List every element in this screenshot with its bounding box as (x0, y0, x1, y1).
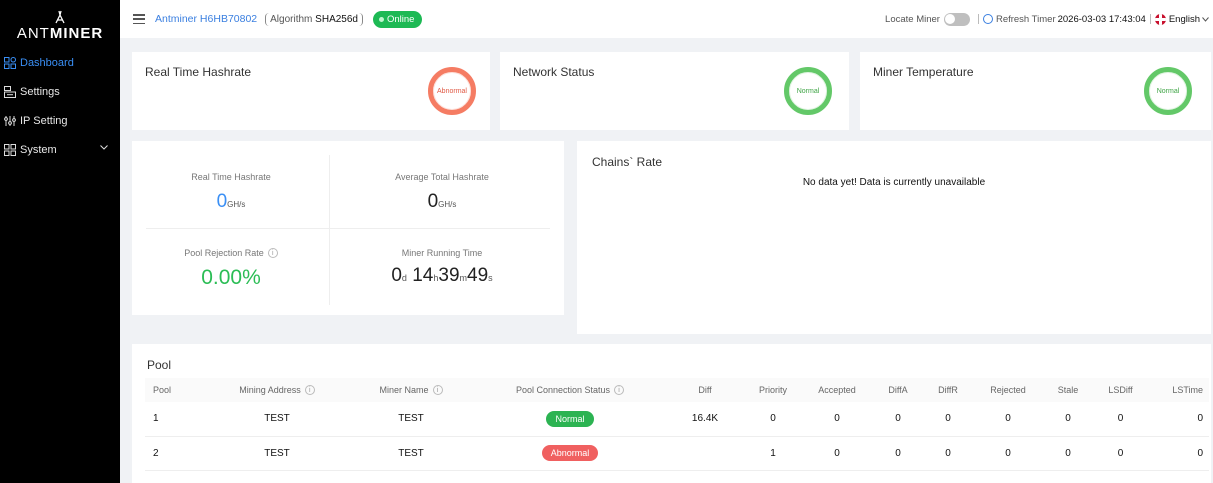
pool-card: Pool Pool Mining Address i Miner Name i Po… (132, 344, 1211, 483)
pool-title: Pool (147, 358, 172, 372)
table-row: 2 TEST TEST Abnormal 1 0 0 0 0 0 0 0 (145, 436, 1209, 471)
locate-miner-label: Locate Miner (885, 13, 940, 25)
sidebar-item-label: Settings (20, 85, 60, 98)
status-badge: Abnormal (541, 445, 599, 461)
sidebar-item-label: IP Setting (20, 114, 68, 127)
table-header-row: Pool Mining Address i Miner Name i Pool Co… (145, 378, 1209, 402)
chevron-down-icon (100, 145, 108, 150)
settings-icon (4, 85, 16, 98)
info-icon[interactable]: i (267, 248, 278, 258)
sidebar-item-settings[interactable]: Settings (0, 77, 120, 106)
chains-rate-card: Chains` Rate No data yet! Data is curren… (577, 141, 1211, 334)
card-title: Miner Temperature (873, 65, 974, 79)
average-hashrate-metric: Average Total Hashrate 0GH/s (395, 172, 489, 212)
no-data-message: No data yet! Data is currently unavailab… (802, 177, 986, 188)
antminer-logo: ANTMINER (0, 0, 120, 48)
card-title: Chains` Rate (592, 155, 663, 169)
sidebar-item-ip-setting[interactable]: IP Setting (0, 106, 120, 135)
card-title: Network Status (513, 65, 595, 79)
status-badge: Normal (546, 410, 594, 427)
sidebar-item-label: Dashboard (20, 56, 74, 69)
locate-miner-toggle[interactable] (943, 12, 970, 26)
running-time-metric: Miner Running Time 0d 14h39m49s (391, 248, 493, 286)
top-header: Antminer H6HB70802 Algorithm SHA256d Onl… (120, 0, 1213, 38)
sidebar-item-system[interactable]: System (0, 135, 120, 164)
miner-temperature-card: Miner Temperature Normal (860, 52, 1211, 130)
status-ring-abnormal: Abnormal (428, 67, 476, 115)
metrics-card: Real Time Hashrate 0GH/s Average Total H… (132, 141, 564, 315)
table-row: 1 TEST TEST Normal 16.4K 0 0 0 0 0 0 0 0 (145, 402, 1209, 437)
pool-table: Pool Mining Address i Miner Name i Pool Co… (145, 378, 1209, 471)
chevron-down-icon[interactable] (1202, 16, 1209, 22)
info-icon[interactable]: i (614, 385, 625, 395)
flag-icon (1154, 13, 1166, 25)
algorithm-badge: Algorithm SHA256d (265, 12, 363, 26)
language-selector[interactable]: English (1169, 14, 1200, 25)
sidebar: ANTMINER Dashboard Settings IP Setting S… (0, 0, 120, 483)
logo-ant-icon (55, 10, 65, 24)
status-ring-normal: Normal (784, 67, 832, 115)
status-ring-normal: Normal (1144, 67, 1192, 115)
sidebar-item-dashboard[interactable]: Dashboard (0, 48, 120, 77)
refresh-timer-label[interactable]: Refresh Timer (996, 14, 1056, 25)
network-status-card: Network Status Normal (500, 52, 849, 130)
realtime-hashrate-card: Real Time Hashrate Abnormal (132, 52, 490, 130)
sidebar-item-label: System (20, 143, 57, 156)
info-icon[interactable]: i (432, 385, 443, 395)
menu-icon[interactable] (133, 14, 145, 24)
clock-icon[interactable] (982, 14, 993, 24)
realtime-hashrate-metric: Real Time Hashrate 0GH/s (191, 172, 271, 212)
online-status-badge: Online (372, 10, 423, 28)
pool-rejection-metric: Pool Rejection Rate i 0.00% (132, 248, 330, 290)
system-icon (4, 143, 16, 156)
ip-setting-icon (4, 115, 16, 127)
info-icon[interactable]: i (304, 385, 315, 395)
refresh-timestamp: 2026-03-03 17:43:04 (1057, 13, 1146, 25)
card-title: Real Time Hashrate (145, 65, 252, 79)
dashboard-icon (4, 56, 16, 69)
miner-name: Antminer H6HB70802 (155, 13, 258, 25)
